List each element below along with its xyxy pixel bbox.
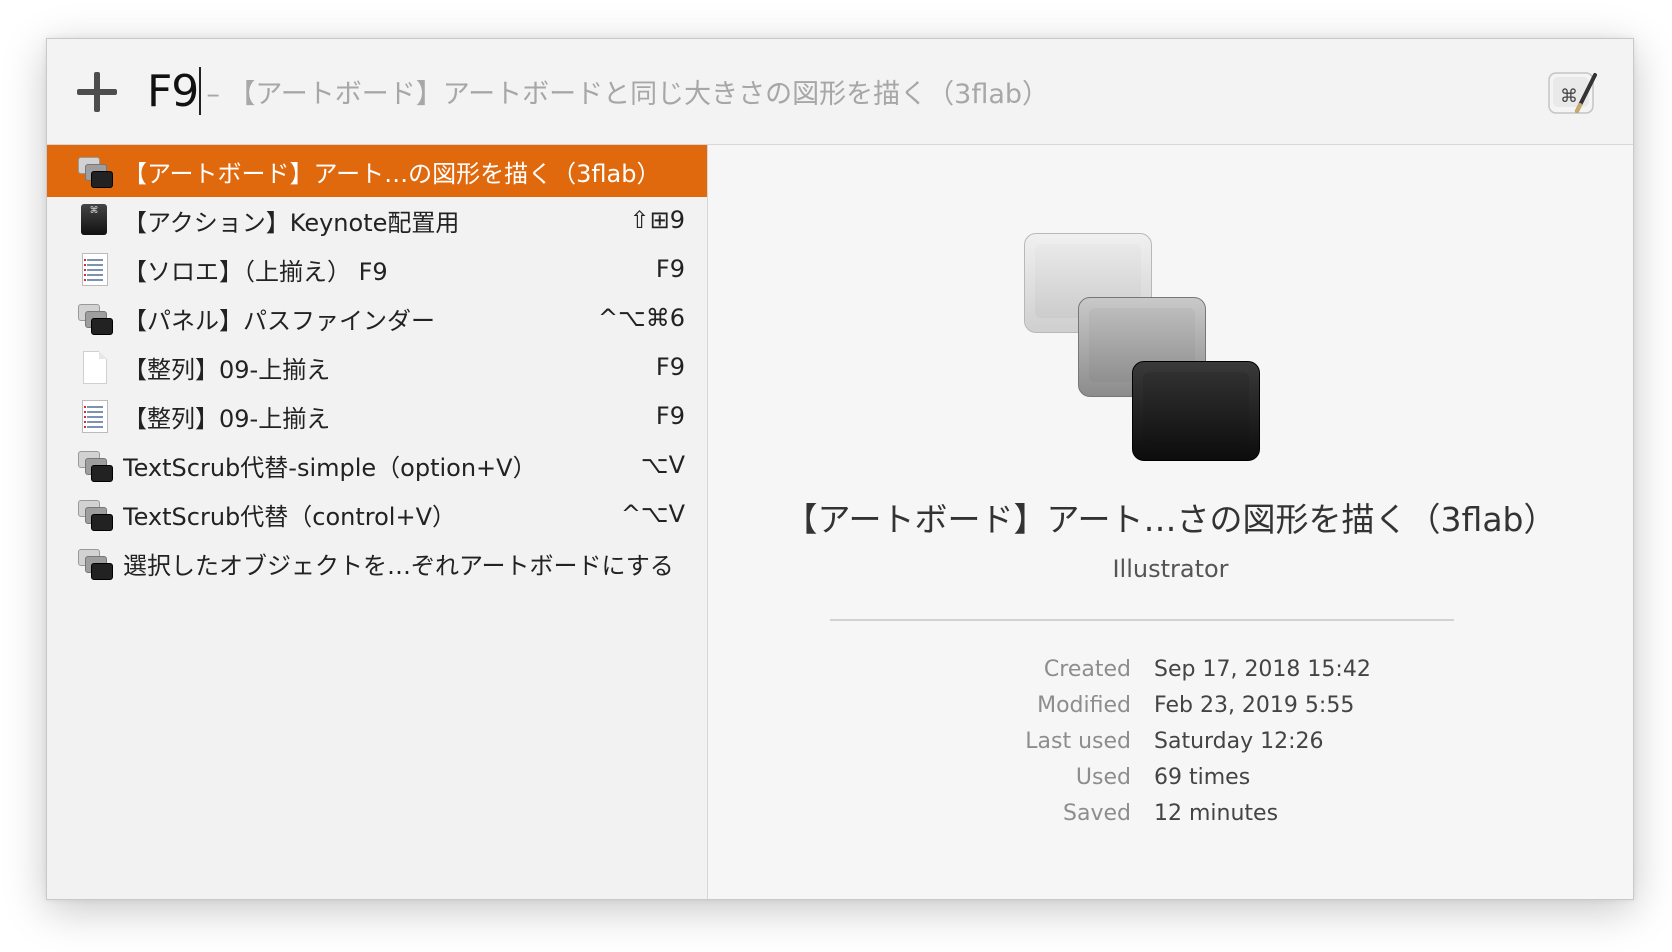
search-input[interactable]: F9 – 【アートボード】アートボードと同じ大きさの図形を描く（3flab）	[147, 61, 1049, 121]
stacked-keys-icon	[77, 497, 113, 531]
list-item-title: 【整列】09-上揃え	[123, 404, 331, 433]
list-item[interactable]: 【ソロエ】（上揃え） F9 F9	[47, 243, 707, 295]
list-item-title: 【アクション】Keynote配置用	[123, 208, 460, 237]
meta-value: Saturday 12:26	[1154, 729, 1324, 754]
stacked-keys-icon	[77, 448, 113, 482]
search-bar: F9 – 【アートボード】アートボードと同じ大きさの図形を描く（3flab） ⌘	[47, 39, 1633, 145]
detail-subtitle: Illustrator	[1112, 555, 1229, 583]
list-item-title: 【アートボード】アート…の図形を描く（3flab）	[123, 159, 661, 188]
keyboard-maestro-launcher-window: F9 – 【アートボード】アートボードと同じ大きさの図形を描く（3flab） ⌘…	[46, 38, 1634, 900]
list-item[interactable]: ⌘ 【アクション】Keynote配置用 ⇧⊞9	[47, 194, 707, 246]
stacked-keys-icon	[1024, 233, 1264, 461]
search-query[interactable]: F9	[147, 66, 199, 117]
keyboard-maestro-app-icon: ⌘	[1548, 72, 1597, 114]
divider	[830, 619, 1454, 621]
list-item-title: 【整列】09-上揃え	[123, 355, 331, 384]
stacked-keys-icon	[77, 546, 113, 580]
meta-value: Sep 17, 2018 15:42	[1154, 657, 1371, 682]
list-item-title: 【ソロエ】（上揃え） F9	[123, 257, 388, 286]
svg-text:⌘: ⌘	[1560, 86, 1578, 107]
meta-row-saved: Saved 12 minutes	[708, 801, 1633, 837]
list-item-title: 選択したオブジェクトを…ぞれアートボードにする	[123, 551, 674, 580]
meta-row-created: Created Sep 17, 2018 15:42	[708, 657, 1633, 693]
list-item[interactable]: 【パネル】パスファインダー ^⌥⌘6	[47, 292, 707, 344]
meta-row-modified: Modified Feb 23, 2019 5:55	[708, 693, 1633, 729]
list-document-icon	[77, 399, 111, 433]
blank-document-icon	[77, 350, 111, 384]
meta-label: Last used	[1025, 729, 1131, 754]
stacked-keys-icon	[77, 301, 113, 335]
search-completion-hint: – 【アートボード】アートボードと同じ大きさの図形を描く（3flab）	[206, 78, 1050, 110]
action-key-icon: ⌘	[77, 203, 111, 237]
meta-value: 69 times	[1154, 765, 1251, 790]
list-item-shortcut: F9	[655, 402, 685, 430]
meta-label: Saved	[1063, 801, 1131, 826]
stacked-keys-icon	[77, 154, 113, 188]
meta-value: Feb 23, 2019 5:55	[1154, 693, 1355, 718]
list-item[interactable]: 選択したオブジェクトを…ぞれアートボードにする	[47, 537, 707, 589]
results-list: 【アートボード】アート…の図形を描く（3flab） ⌘ 【アクション】Keyno…	[47, 145, 708, 899]
list-item[interactable]: TextScrub代替-simple（option+V） ⌥V	[47, 439, 707, 491]
list-item-shortcut: ^⌥V	[620, 500, 685, 528]
list-item-shortcut: F9	[655, 255, 685, 283]
list-item-title: TextScrub代替（control+V）	[123, 502, 456, 531]
list-item-shortcut: ⇧⊞9	[629, 206, 686, 234]
list-item[interactable]: 【整列】09-上揃え F9	[47, 390, 707, 442]
list-item-shortcut: ^⌥⌘6	[597, 304, 685, 332]
list-item-title: 【パネル】パスファインダー	[123, 306, 435, 335]
plus-icon[interactable]	[77, 72, 117, 112]
meta-label: Used	[1075, 765, 1131, 790]
detail-title: 【アートボード】アート…さの図形を描く（3flab）	[784, 500, 1557, 539]
meta-value: 12 minutes	[1154, 801, 1279, 826]
list-item-shortcut: ⌥V	[640, 451, 685, 479]
list-document-icon	[77, 252, 111, 286]
meta-label: Modified	[1037, 693, 1131, 718]
list-item[interactable]: TextScrub代替（control+V） ^⌥V	[47, 488, 707, 540]
list-item[interactable]: 【整列】09-上揃え F9	[47, 341, 707, 393]
list-item[interactable]: 【アートボード】アート…の図形を描く（3flab）	[47, 145, 707, 197]
meta-row-last-used: Last used Saturday 12:26	[708, 729, 1633, 765]
list-item-shortcut: F9	[655, 353, 685, 381]
list-item-title: TextScrub代替-simple（option+V）	[123, 453, 537, 482]
detail-pane: 【アートボード】アート…さの図形を描く（3flab） Illustrator C…	[708, 145, 1633, 899]
meta-row-used: Used 69 times	[708, 765, 1633, 801]
meta-label: Created	[1043, 657, 1131, 682]
text-caret	[199, 67, 202, 115]
